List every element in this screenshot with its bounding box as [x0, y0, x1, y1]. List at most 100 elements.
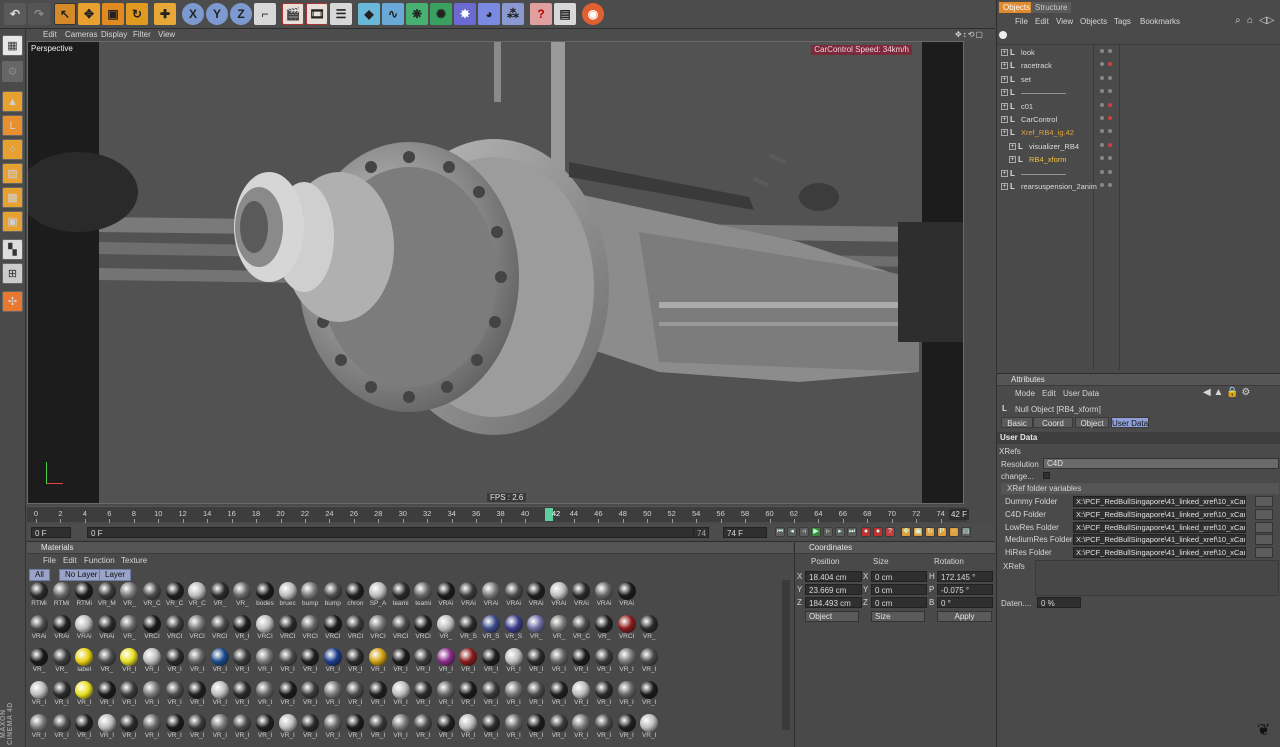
- rotation-b-field[interactable]: 0 °: [937, 597, 993, 608]
- folder-path-field[interactable]: X:\PCF_RedBullSingapore\41_linked_xref\1…: [1073, 508, 1246, 520]
- camera-label[interactable]: Perspective: [31, 44, 73, 53]
- material-swatch[interactable]: VR_: [119, 615, 139, 643]
- object-mode-icon[interactable]: L: [2, 115, 23, 136]
- object-row[interactable]: + Lset: [997, 73, 1280, 86]
- attr-nav-icons[interactable]: ◀ ▲ 🔒 ⚙: [1203, 387, 1250, 398]
- om-menu-tags[interactable]: Tags: [1114, 17, 1131, 26]
- daten-field[interactable]: 0 %: [1037, 597, 1081, 608]
- material-swatch[interactable]: VR_I: [323, 648, 343, 676]
- prev-key-icon[interactable]: ◂: [787, 527, 797, 537]
- z-axis-lock-button[interactable]: Z: [230, 3, 252, 25]
- material-swatch[interactable]: VR_I: [639, 714, 659, 742]
- editor-visibility-dot[interactable]: [1100, 62, 1104, 67]
- snap-icon[interactable]: ✣: [2, 291, 23, 312]
- material-swatch[interactable]: VR_I: [74, 681, 94, 709]
- material-swatch[interactable]: RTMi: [29, 582, 49, 610]
- material-swatch[interactable]: VRCI: [300, 615, 320, 643]
- material-swatch[interactable]: VR_I: [232, 714, 252, 742]
- material-swatch[interactable]: VR_I: [300, 681, 320, 709]
- material-swatch[interactable]: VRCI: [345, 615, 365, 643]
- material-swatch[interactable]: VR_I: [232, 648, 252, 676]
- render-settings-icon[interactable]: ☰: [330, 3, 352, 25]
- material-swatch[interactable]: VR_I: [368, 714, 388, 742]
- folder-path-field[interactable]: X:\PCF_RedBullSingapore\41_linked_xref\1…: [1073, 534, 1246, 546]
- attr-menu-user-data[interactable]: User Data: [1063, 389, 1099, 398]
- material-swatch[interactable]: VRCI: [278, 615, 298, 643]
- render-visibility-dot[interactable]: [1108, 129, 1112, 134]
- material-swatch[interactable]: VR_I: [526, 648, 546, 676]
- viewport-nav-icons[interactable]: ✥↕⟲▢: [955, 30, 984, 39]
- material-swatch[interactable]: VR_I: [481, 681, 501, 709]
- polygons-mode-icon[interactable]: ▩: [2, 187, 23, 208]
- om-search-icon[interactable]: ⌕: [1235, 15, 1241, 26]
- material-swatch[interactable]: VRAi: [97, 615, 117, 643]
- expand-toggle-icon[interactable]: +: [1001, 116, 1008, 123]
- material-swatch[interactable]: VR_I: [119, 681, 139, 709]
- attr-menu-mode[interactable]: Mode: [1015, 389, 1035, 398]
- size-y-field[interactable]: 0 cm: [871, 584, 927, 595]
- om-menu-file[interactable]: File: [1015, 17, 1028, 26]
- expand-toggle-icon[interactable]: +: [1001, 62, 1008, 70]
- move-tool-icon[interactable]: ✥: [78, 3, 100, 25]
- material-swatch[interactable]: VR_I: [165, 681, 185, 709]
- coordinate-mode-dropdown[interactable]: Object: [805, 611, 859, 622]
- material-swatch[interactable]: VRCI: [617, 615, 637, 643]
- size-x-field[interactable]: 0 cm: [871, 571, 927, 582]
- materials-menu-function[interactable]: Function: [84, 556, 115, 565]
- material-swatch[interactable]: VR_I: [458, 648, 478, 676]
- material-swatch[interactable]: VR_I: [210, 714, 230, 742]
- material-swatch[interactable]: VR_I: [97, 714, 117, 742]
- material-swatch[interactable]: VRAi: [594, 582, 614, 610]
- objects-tab[interactable]: Objects: [999, 2, 1035, 13]
- material-swatch[interactable]: VR_M: [97, 582, 117, 610]
- folder-path-field[interactable]: X:\PCF_RedBullSingapore\41_linked_xref\1…: [1073, 547, 1246, 559]
- render-picture-viewer-icon[interactable]: 🎞: [306, 3, 328, 25]
- object-row[interactable]: + L CarControl: [997, 113, 1280, 126]
- material-swatch[interactable]: VRCI: [323, 615, 343, 643]
- tab-basic[interactable]: Basic: [1001, 417, 1033, 428]
- material-swatch[interactable]: VRAi: [458, 582, 478, 610]
- object-row[interactable]: + Lc01: [997, 100, 1280, 113]
- material-swatch[interactable]: bodes: [255, 582, 275, 610]
- layout-icon[interactable]: ▤: [554, 3, 576, 25]
- tab-user-data[interactable]: User Data: [1111, 417, 1149, 428]
- material-swatch[interactable]: VRCI: [210, 615, 230, 643]
- viewport-menu-cameras[interactable]: Cameras: [65, 30, 97, 39]
- apply-button[interactable]: Apply: [937, 611, 992, 622]
- material-swatch[interactable]: VR_I: [617, 648, 637, 676]
- material-swatch[interactable]: VR_I: [526, 681, 546, 709]
- render-visibility-dot[interactable]: [1108, 102, 1112, 107]
- material-swatch[interactable]: VR_I: [278, 648, 298, 676]
- material-swatch[interactable]: VR_I: [413, 648, 433, 676]
- material-swatch[interactable]: VR_I: [639, 681, 659, 709]
- material-swatch[interactable]: VR_I: [187, 714, 207, 742]
- material-swatch[interactable]: VR_C: [142, 582, 162, 610]
- render-view-icon[interactable]: 🎬: [282, 3, 304, 25]
- om-menu-view[interactable]: View: [1056, 17, 1073, 26]
- material-swatch[interactable]: VR_I: [210, 648, 230, 676]
- editor-visibility-dot[interactable]: [1100, 142, 1104, 147]
- render-visibility-dot[interactable]: [1108, 169, 1112, 174]
- object-row[interactable]: + Lvisualizer_RB4: [997, 140, 1280, 153]
- expand-toggle-icon[interactable]: +: [1001, 129, 1008, 137]
- nurbs-icon[interactable]: ❋: [406, 3, 428, 25]
- editor-visibility-dot[interactable]: [1100, 102, 1104, 107]
- camera-icon[interactable]: ⁂: [502, 3, 524, 25]
- material-swatch[interactable]: VR_I: [278, 714, 298, 742]
- material-swatch[interactable]: VR_I: [571, 648, 591, 676]
- step-forward-icon[interactable]: ▹: [823, 527, 833, 537]
- position-x-field[interactable]: 18.404 cm: [805, 571, 862, 582]
- scale-tool-icon[interactable]: ▣: [102, 3, 124, 25]
- object-row[interactable]: + Lracetrack: [997, 59, 1280, 72]
- material-swatch[interactable]: VR_I: [187, 648, 207, 676]
- material-swatch[interactable]: VR_I: [345, 681, 365, 709]
- filter-no-layer-tab[interactable]: No Layer: [59, 569, 104, 581]
- materials-menu-edit[interactable]: Edit: [63, 556, 77, 565]
- key-pla-icon[interactable]: ⁘: [949, 527, 959, 537]
- goto-start-icon[interactable]: ⏮: [775, 527, 785, 537]
- viewport-menu-edit[interactable]: Edit: [43, 30, 57, 39]
- material-swatch[interactable]: label: [74, 648, 94, 676]
- material-swatch[interactable]: bruec: [278, 582, 298, 610]
- material-swatch[interactable]: VR_C: [165, 582, 185, 610]
- editor-visibility-dot[interactable]: [1100, 89, 1104, 94]
